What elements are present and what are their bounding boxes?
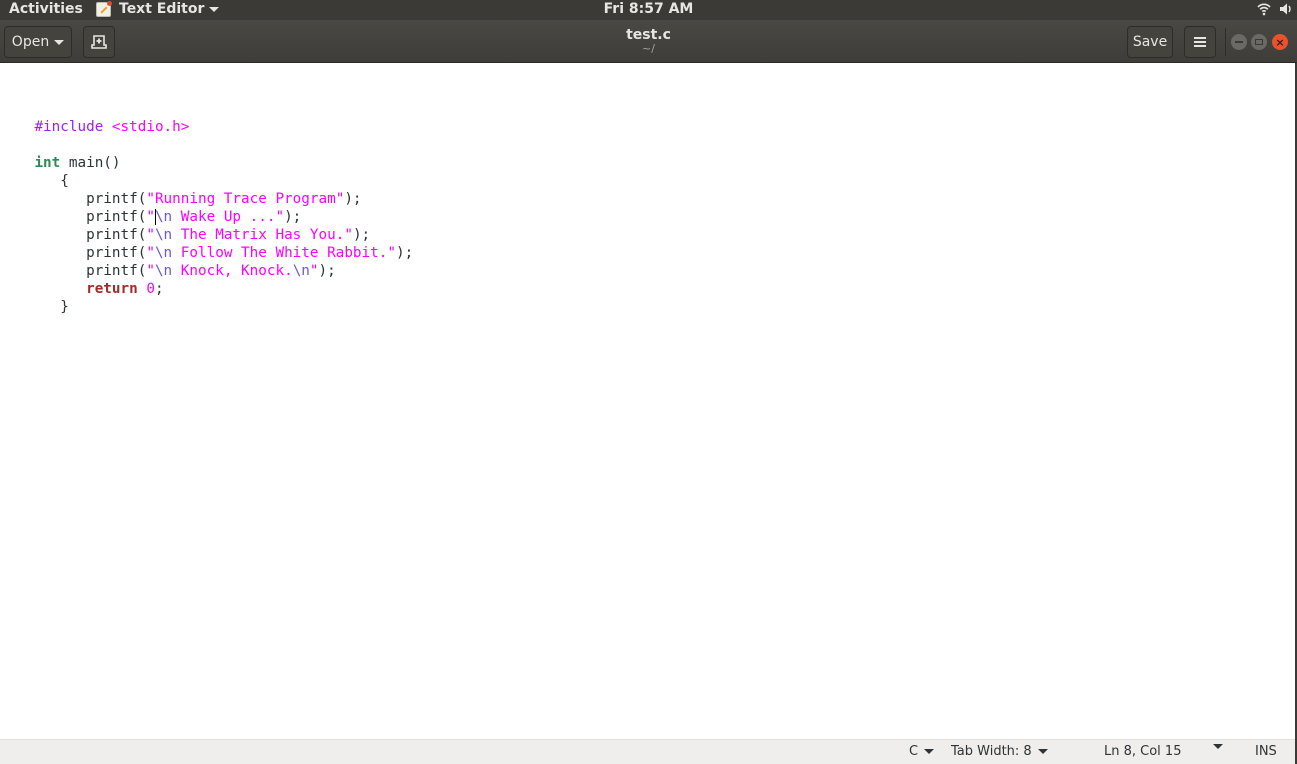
- string-literal: ": [309, 263, 319, 279]
- document-path: ~/: [642, 42, 655, 55]
- code-line: {: [0, 154, 69, 189]
- code-line: return 0;: [0, 262, 163, 297]
- status-bar: C Tab Width: 8 Ln 8, Col 15 INS: [0, 739, 1295, 764]
- tab-width-selector[interactable]: Tab Width: 8: [951, 744, 1048, 759]
- close-icon: ×: [1275, 35, 1285, 49]
- code-text: );: [344, 191, 362, 207]
- save-button-label: Save: [1132, 34, 1168, 50]
- tab-width-label: Tab Width: 8: [951, 744, 1032, 759]
- preprocessor-directive: #include: [34, 119, 112, 135]
- include-header: <stdio.h>: [111, 119, 190, 135]
- code-text: );: [318, 263, 336, 279]
- code-line: }: [0, 280, 69, 315]
- minimize-button[interactable]: [1231, 34, 1247, 50]
- code-text: );: [395, 245, 414, 261]
- code-line: printf("\n Knock, Knock.\n");: [0, 244, 336, 279]
- language-selector[interactable]: C: [909, 744, 935, 759]
- system-top-bar: Activities Text Editor Fri 8:57 AM: [0, 0, 1297, 20]
- chevron-down-icon: [1037, 749, 1048, 754]
- close-button[interactable]: ×: [1272, 34, 1288, 50]
- code-line: #include <stdio.h>: [0, 100, 189, 135]
- volume-icon: [1280, 3, 1291, 15]
- system-tray[interactable]: [1257, 2, 1293, 16]
- cursor-position-label: Ln 8, Col 15: [1104, 744, 1182, 759]
- text-editor-area[interactable]: #include <stdio.h> int main() { printf("…: [0, 63, 1295, 739]
- header-bar: Open test.c ~/ Save ×: [0, 20, 1297, 63]
- clock[interactable]: Fri 8:57 AM: [0, 1, 1297, 17]
- wifi-icon: [1257, 3, 1271, 16]
- code-line: printf("\n Wake Up ...");: [0, 190, 301, 225]
- window-title: test.c ~/: [0, 26, 1297, 54]
- code-line: printf("Running Trace Program");: [0, 172, 361, 207]
- insert-mode-label: INS: [1255, 744, 1277, 759]
- code-text: main(): [60, 155, 121, 171]
- code-line: printf("\n The Matrix Has You.");: [0, 208, 370, 243]
- maximize-button[interactable]: [1251, 34, 1267, 50]
- escape-sequence: \n: [292, 263, 310, 279]
- main-menu-button[interactable]: [1184, 26, 1216, 58]
- chevron-down-icon: [1213, 744, 1223, 749]
- return-keyword: return: [86, 281, 138, 297]
- chevron-down-icon: [924, 749, 935, 754]
- insert-mode-indicator[interactable]: INS: [1255, 744, 1277, 759]
- code-line: int main(): [0, 136, 120, 171]
- language-label: C: [909, 744, 919, 759]
- save-button[interactable]: Save: [1127, 26, 1173, 58]
- maximize-icon: [1255, 39, 1263, 45]
- minimize-icon: [1235, 41, 1243, 43]
- cursor-position[interactable]: Ln 8, Col 15: [1104, 744, 1181, 759]
- cursor-position-dropdown[interactable]: [1213, 744, 1223, 749]
- header-divider: [1225, 28, 1226, 56]
- code-text: ;: [154, 281, 164, 297]
- string-literal: Knock, Knock.: [172, 263, 293, 279]
- hamburger-menu-icon: [1194, 37, 1206, 47]
- code-line: printf("\n Follow The White Rabbit.");: [0, 226, 413, 261]
- number-literal: 0: [146, 281, 155, 297]
- code-text: }: [34, 299, 69, 315]
